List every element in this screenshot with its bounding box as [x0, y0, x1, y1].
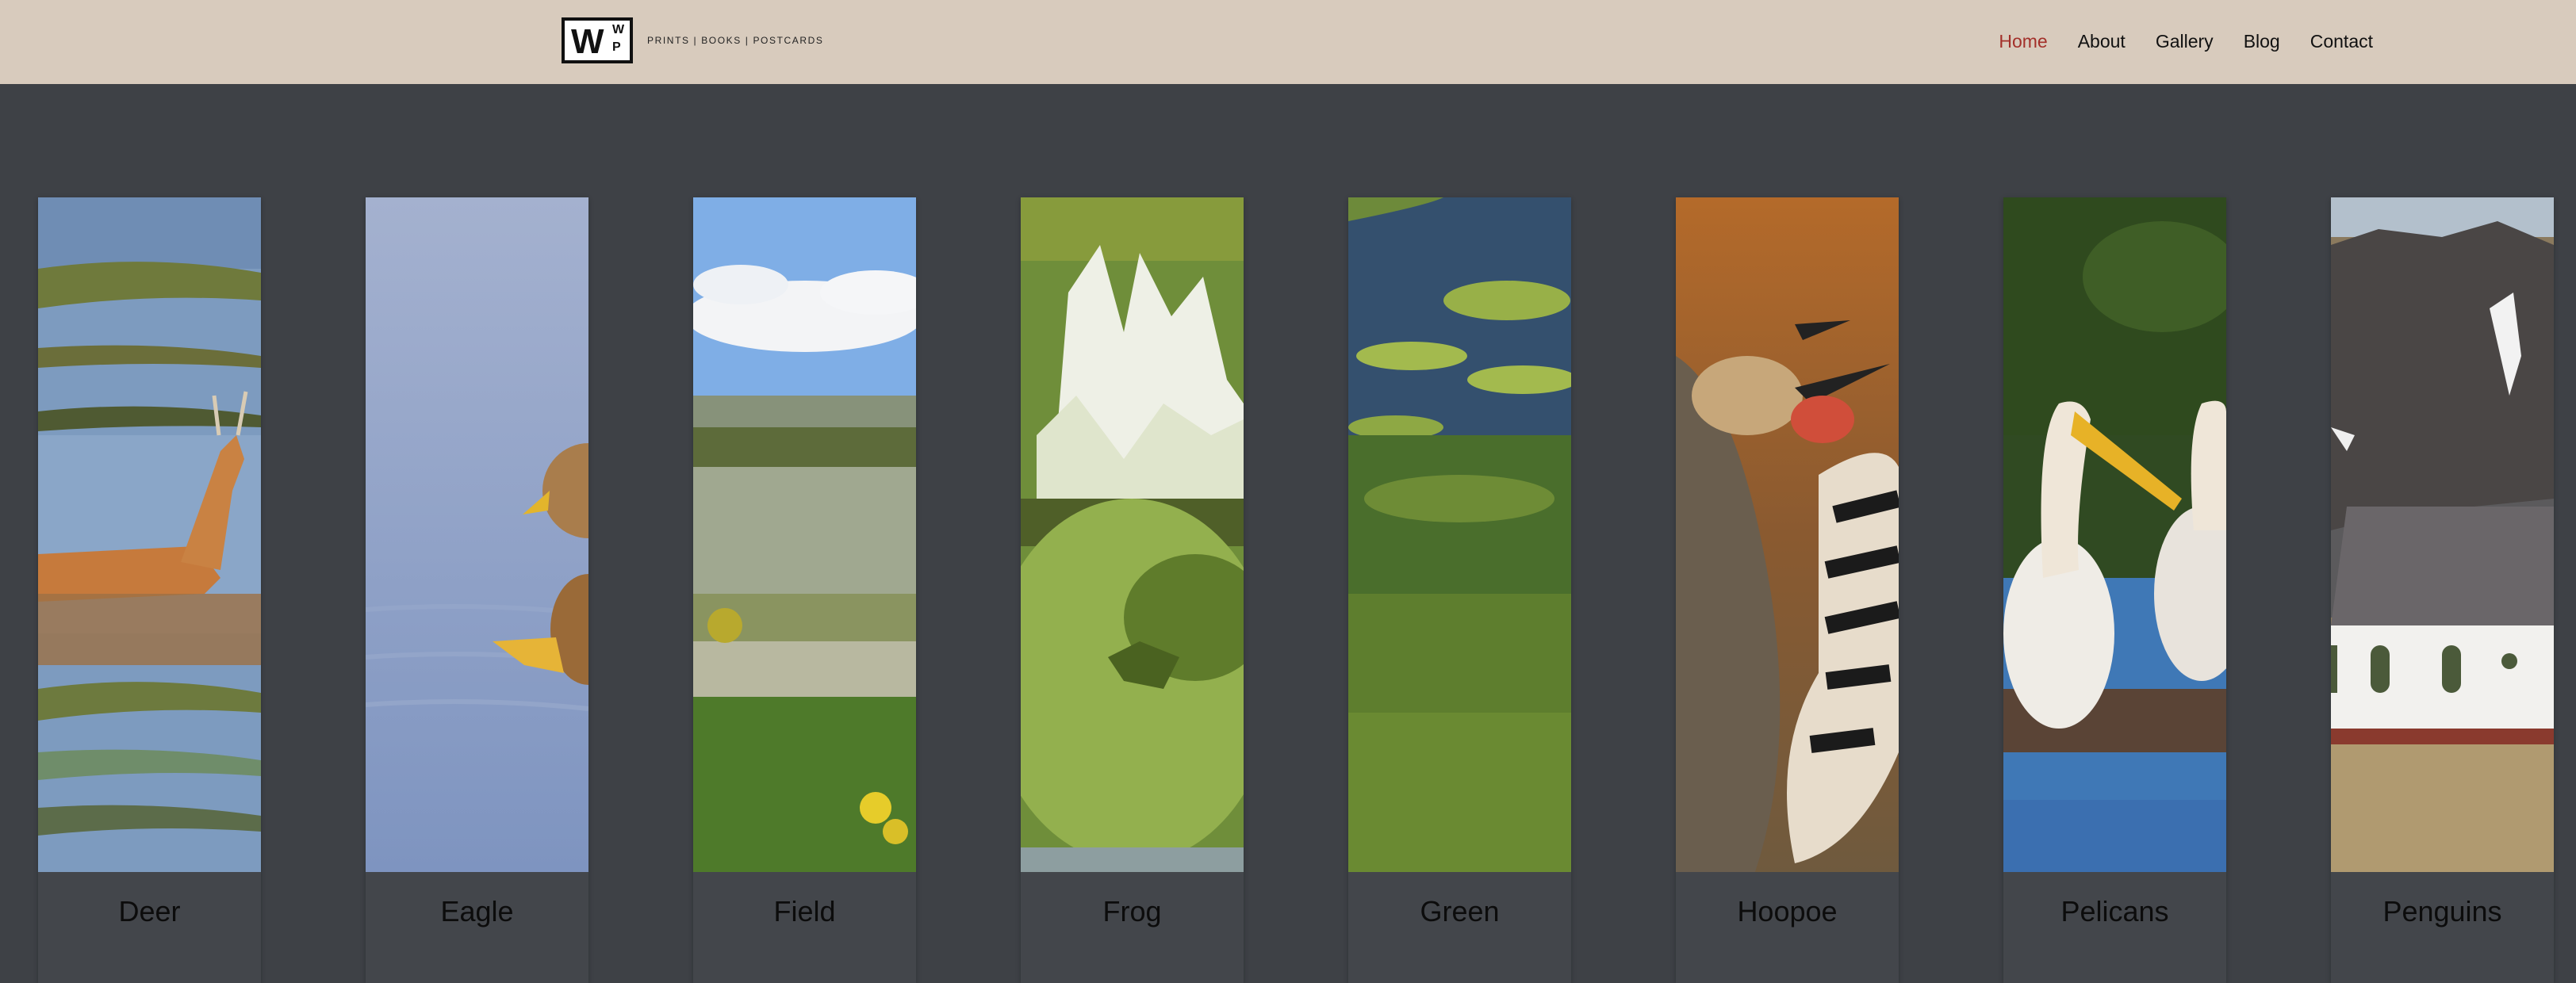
gallery-card-deer[interactable]: Deer [38, 197, 261, 983]
gallery-card-penguins[interactable]: Penguins [2331, 197, 2554, 983]
caption-field: Field [773, 895, 836, 928]
hoopoe-image [1676, 197, 1899, 872]
photo-hoopoe[interactable] [1676, 197, 1899, 872]
caption-hoopoe: Hoopoe [1737, 895, 1838, 928]
gallery-card-hoopoe[interactable]: Hoopoe [1676, 197, 1899, 983]
caption-pelicans: Pelicans [2060, 895, 2169, 928]
green-image [1348, 197, 1571, 872]
caption-penguins: Penguins [2382, 895, 2502, 928]
photo-penguins[interactable] [2331, 197, 2554, 872]
photo-frog[interactable] [1021, 197, 1244, 872]
gallery-card-field[interactable]: Field [693, 197, 916, 983]
deer-image [38, 197, 261, 872]
pelicans-image [2003, 197, 2226, 872]
eagle-image [366, 197, 588, 872]
photo-deer[interactable] [38, 197, 261, 872]
photo-field[interactable] [693, 197, 916, 872]
photo-green[interactable] [1348, 197, 1571, 872]
gallery-card-pelicans[interactable]: Pelicans [2003, 197, 2226, 983]
caption-deer: Deer [118, 895, 181, 928]
gallery-card-frog[interactable]: Frog [1021, 197, 1244, 983]
frog-image [1021, 197, 1244, 872]
field-image [693, 197, 916, 872]
photo-pelicans[interactable] [2003, 197, 2226, 872]
photo-gallery: Deer Eagle Field Frog Green Hoopoe Pelic… [0, 0, 2576, 983]
photo-eagle[interactable] [366, 197, 588, 872]
caption-green: Green [1420, 895, 1500, 928]
gallery-card-eagle[interactable]: Eagle [366, 197, 588, 983]
caption-frog: Frog [1102, 895, 1162, 928]
gallery-card-green[interactable]: Green [1348, 197, 1571, 983]
caption-eagle: Eagle [440, 895, 514, 928]
penguins-image [2331, 197, 2554, 872]
